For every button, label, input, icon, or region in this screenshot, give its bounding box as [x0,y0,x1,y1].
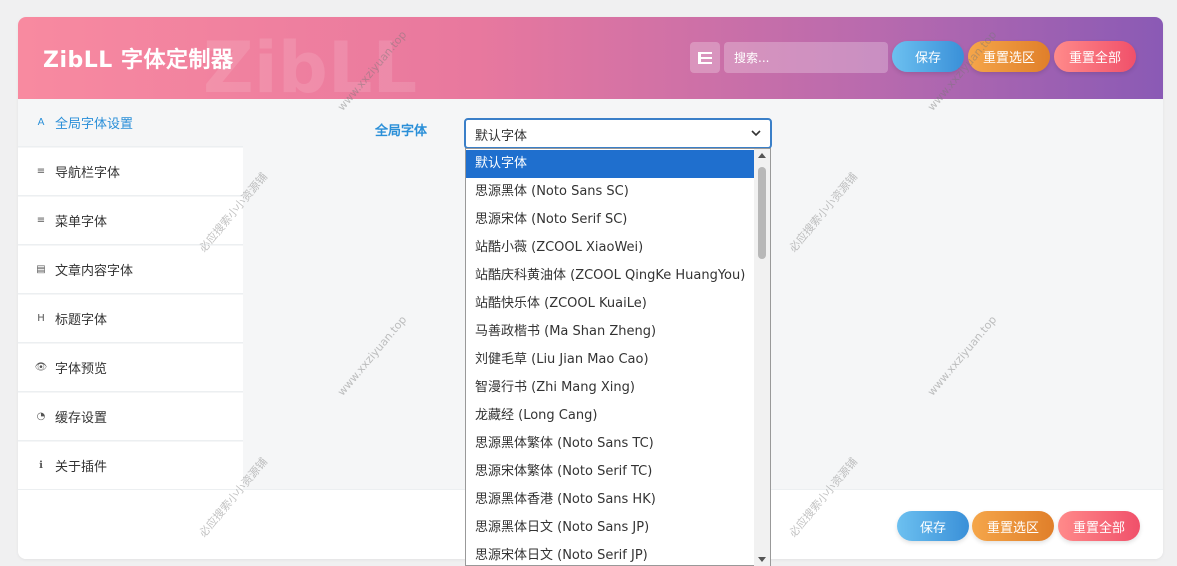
global-font-select[interactable]: 默认字体 [464,118,772,149]
dropdown-scrollbar[interactable] [754,149,770,566]
font-option[interactable]: 站酷小薇 (ZCOOL XiaoWei) [466,234,756,262]
font-option[interactable]: 思源宋体繁体 (Noto Serif TC) [466,458,756,486]
sidebar-item-label: 导航栏字体 [55,166,121,181]
font-a-icon: A [37,117,45,128]
sidebar-item-label: 缓存设置 [55,411,108,426]
font-option[interactable]: 思源黑体 (Noto Sans SC) [466,178,756,206]
sidebar-item-label: 文章内容字体 [55,264,134,279]
menu-icon: ≡ [36,215,46,226]
font-option[interactable]: 龙藏经 (Long Cang) [466,402,756,430]
sidebar-item-cache-settings[interactable]: ◔ 缓存设置 [18,393,243,441]
sidebar-item-heading-font[interactable]: H 标题字体 [18,295,243,343]
font-option[interactable]: 刘健毛草 (Liu Jian Mao Cao) [466,346,756,374]
font-option[interactable]: 思源黑体繁体 (Noto Sans TC) [466,430,756,458]
footer-reset-selection-button[interactable]: 重置选区 [972,511,1054,541]
font-option[interactable]: 默认字体 [466,150,756,178]
sidebar-item-global-font[interactable]: A 全局字体设置 [18,99,243,147]
scroll-down-arrow-icon[interactable] [758,557,766,562]
document-icon: ▤ [36,264,46,275]
header-watermark: ZibLL [203,27,418,109]
font-option[interactable]: 智漫行书 (Zhi Mang Xing) [466,374,756,402]
global-font-label: 全局字体 [375,124,428,139]
sidebar-item-label: 字体预览 [55,362,108,377]
search-input[interactable] [724,42,888,73]
font-option[interactable]: 站酷快乐体 (ZCOOL KuaiLe) [466,290,756,318]
reset-all-button[interactable]: 重置全部 [1054,41,1136,72]
footer-reset-all-button[interactable]: 重置全部 [1058,511,1140,541]
save-button[interactable]: 保存 [892,41,964,72]
chevron-down-icon [751,130,761,137]
font-option[interactable]: 思源宋体日文 (Noto Serif JP) [466,542,756,565]
sidebar-item-label: 标题字体 [55,313,108,328]
sidebar: A 全局字体设置 ≡ 导航栏字体 ≡ 菜单字体 ▤ 文章内容字体 H 标题字体 … [18,99,243,490]
footer-save-button[interactable]: 保存 [897,511,969,541]
app-title: ZibLL 字体定制器 [43,48,234,73]
scrollbar-thumb[interactable] [758,167,766,259]
font-option[interactable]: 马善政楷书 (Ma Shan Zheng) [466,318,756,346]
heading-icon: H [37,313,45,324]
scroll-up-arrow-icon[interactable] [758,153,766,158]
gauge-icon: ◔ [36,411,46,422]
bars-icon: ≡ [36,166,46,177]
sidebar-item-article-font[interactable]: ▤ 文章内容字体 [18,246,243,294]
sidebar-item-label: 关于插件 [55,460,108,475]
font-option[interactable]: 思源黑体香港 (Noto Sans HK) [466,486,756,514]
sidebar-item-navbar-font[interactable]: ≡ 导航栏字体 [18,148,243,196]
sidebar-item-about-plugin[interactable]: ℹ 关于插件 [18,442,243,490]
font-option[interactable]: 思源宋体 (Noto Serif SC) [466,206,756,234]
toc-toggle-button[interactable] [690,42,720,73]
list-icon [698,51,712,64]
font-option[interactable]: 站酷庆科黄油体 (ZCOOL QingKe HuangYou) [466,262,756,290]
sidebar-item-label: 全局字体设置 [55,117,134,132]
info-icon: ℹ [39,460,43,471]
select-value: 默认字体 [475,129,528,144]
sidebar-item-font-preview[interactable]: 👁 字体预览 [18,344,243,392]
sidebar-item-label: 菜单字体 [55,215,108,230]
eye-icon: 👁 [34,362,48,373]
font-dropdown-list: 默认字体 思源黑体 (Noto Sans SC) 思源宋体 (Noto Seri… [465,148,771,566]
font-option[interactable]: 思源黑体日文 (Noto Sans JP) [466,514,756,542]
